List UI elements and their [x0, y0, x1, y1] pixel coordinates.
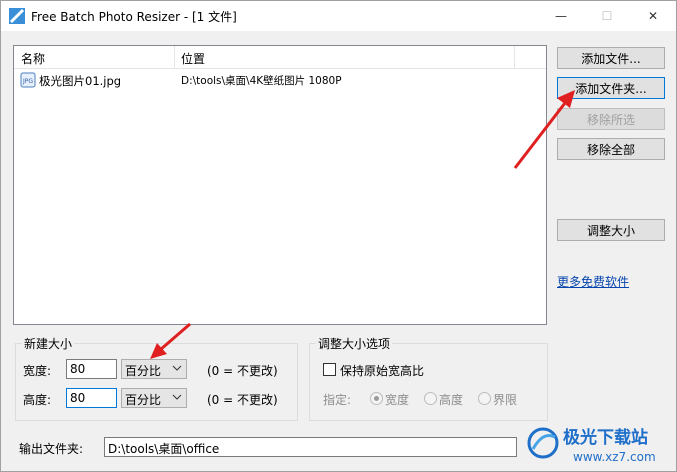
height-input[interactable]: 80	[66, 388, 117, 408]
chevron-down-icon	[172, 365, 182, 371]
specify-label: 指定:	[323, 393, 352, 407]
output-folder-input[interactable]: D:\tools\桌面\office	[104, 437, 517, 457]
column-divider[interactable]	[174, 46, 175, 68]
maximize-icon: ☐	[601, 9, 613, 23]
radio-bound[interactable]	[478, 392, 491, 405]
minimize-button[interactable]: —	[538, 1, 584, 31]
chevron-down-icon	[172, 394, 182, 400]
column-header-name[interactable]: 名称	[21, 50, 45, 67]
column-header-path[interactable]: 位置	[181, 50, 205, 67]
height-label: 高度:	[23, 393, 52, 407]
app-icon	[9, 8, 25, 24]
minimize-icon: —	[555, 9, 567, 23]
output-folder-label: 输出文件夹:	[19, 442, 84, 456]
add-folder-button[interactable]: 添加文件夹...	[557, 77, 665, 99]
list-item[interactable]: JPG 极光图片01.jpg D:\tools\桌面\4K壁纸图片 1080P	[14, 70, 546, 90]
radio-width[interactable]	[370, 392, 383, 405]
more-free-software-link[interactable]: 更多免费软件	[557, 273, 629, 290]
remove-all-button[interactable]: 移除全部	[557, 138, 665, 160]
height-hint: (0 = 不更改)	[207, 393, 278, 407]
resize-button[interactable]: 调整大小	[557, 219, 665, 241]
height-unit-value: 百分比	[125, 393, 162, 407]
file-name: 极光图片01.jpg	[39, 74, 122, 88]
keep-ratio-checkbox[interactable]	[323, 363, 336, 376]
radio-height[interactable]	[424, 392, 437, 405]
title-bar: Free Batch Photo Resizer - [1 文件] — ☐ ✕	[1, 1, 676, 31]
site-watermark: 极光下载站 www.xz7.com	[527, 427, 656, 464]
svg-text:JPG: JPG	[22, 78, 33, 85]
width-hint: (0 = 不更改)	[207, 364, 278, 378]
list-header: 名称 位置	[14, 46, 546, 69]
watermark-title: 极光下载站	[563, 427, 648, 448]
file-path: D:\tools\桌面\4K壁纸图片 1080P	[181, 75, 342, 87]
jpg-file-icon: JPG	[20, 72, 36, 88]
new-size-group: 新建大小	[15, 335, 298, 421]
keep-ratio-label[interactable]: 保持原始宽高比	[340, 362, 424, 379]
width-input[interactable]: 80	[66, 359, 117, 379]
resize-options-group: 调整大小选项	[309, 335, 548, 421]
new-size-group-label: 新建大小	[22, 335, 75, 352]
close-icon: ✕	[647, 9, 659, 23]
maximize-button[interactable]: ☐	[584, 1, 630, 31]
width-unit-select[interactable]: 百分比	[121, 359, 187, 379]
radio-height-label[interactable]: 高度	[439, 391, 463, 408]
height-unit-select[interactable]: 百分比	[121, 388, 187, 408]
window-title: Free Batch Photo Resizer - [1 文件]	[31, 10, 237, 24]
width-unit-value: 百分比	[125, 364, 162, 378]
radio-bound-label[interactable]: 界限	[493, 391, 517, 408]
width-label: 宽度:	[23, 364, 52, 378]
app-window: Free Batch Photo Resizer - [1 文件] — ☐ ✕ …	[0, 0, 677, 472]
remove-selected-button[interactable]: 移除所选	[557, 108, 665, 130]
radio-width-label[interactable]: 宽度	[385, 391, 409, 408]
watermark-url: www.xz7.com	[573, 450, 656, 464]
column-divider[interactable]	[514, 46, 515, 68]
resize-options-group-label: 调整大小选项	[316, 335, 393, 352]
close-button[interactable]: ✕	[630, 1, 676, 31]
add-file-button[interactable]: 添加文件...	[557, 47, 665, 69]
file-list[interactable]: 名称 位置 JPG 极光图片01.jpg D:\tools\桌面\4K壁纸图片 …	[13, 45, 547, 325]
